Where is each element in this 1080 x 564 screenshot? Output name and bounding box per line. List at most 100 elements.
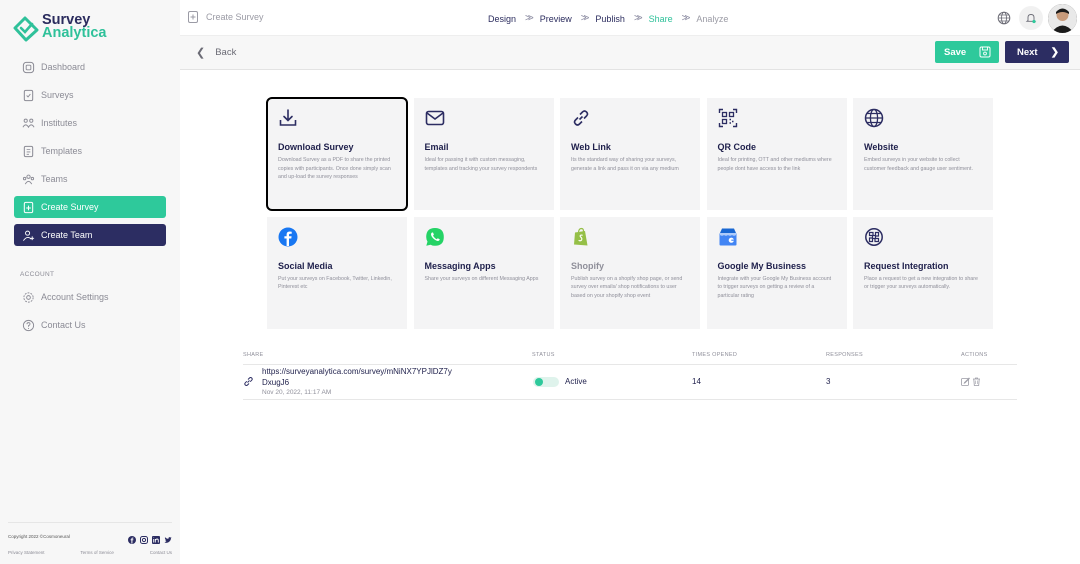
card-title: Social Media <box>278 260 333 271</box>
globe-icon <box>864 108 884 128</box>
sidebar-nav: Dashboard Surveys Institutes Templates T… <box>14 56 166 252</box>
sidebar-item-label: Account Settings <box>41 292 109 302</box>
sidebar-item-label: Surveys <box>41 90 74 100</box>
add-document-icon <box>188 11 198 23</box>
sidebar-item-surveys[interactable]: Surveys <box>14 84 166 106</box>
step-design[interactable]: Design <box>488 14 516 24</box>
logo-icon <box>13 16 39 42</box>
terms-link[interactable]: Terms of Service <box>80 550 114 555</box>
card-description: Embed surveys in your website to collect… <box>864 157 973 172</box>
card-description: Place a request to get a new integration… <box>864 275 978 291</box>
status-text: Active <box>565 377 587 386</box>
next-button[interactable]: Next ❯ <box>1005 41 1069 63</box>
download-icon <box>279 109 297 126</box>
column-header-actions: ACTIONS <box>961 352 988 358</box>
card-description: Put your surveys on Facebook, Twitter, L… <box>278 275 392 291</box>
language-globe-icon[interactable] <box>997 11 1011 25</box>
facebook-icon[interactable] <box>128 531 136 544</box>
sidebar-item-label: Contact Us <box>41 320 86 330</box>
chevron-right-icon: >> <box>633 13 643 24</box>
share-card-shopify[interactable]: Shopify Publish survey on a shopify shop… <box>560 216 700 329</box>
column-header-share: SHARE <box>243 352 264 358</box>
share-link-url[interactable]: https://surveyanalytica.com/survey/mNiNX… <box>262 366 452 388</box>
logo-text-line2: Analytica <box>42 25 107 41</box>
share-card-website[interactable]: Website Embed surveys in your website to… <box>853 98 993 210</box>
add-user-icon <box>23 230 35 241</box>
avatar[interactable] <box>1048 4 1077 33</box>
linkedin-icon[interactable] <box>152 531 160 544</box>
share-options: Download Survey Download Survey as a PDF… <box>266 97 993 329</box>
link-icon <box>244 376 253 387</box>
trash-icon[interactable] <box>972 377 981 386</box>
divider <box>243 364 1017 365</box>
share-card-qr-code[interactable]: QR Code Ideal for printing, OTT and othe… <box>706 98 847 210</box>
sidebar-item-contact-us[interactable]: Contact Us <box>14 314 166 336</box>
card-title: Download Survey <box>278 142 354 152</box>
share-card-request-integration[interactable]: Request Integration Place a request to g… <box>853 216 993 329</box>
teams-icon <box>22 174 35 184</box>
email-icon <box>425 110 444 126</box>
create-team-label: Create Team <box>41 230 93 240</box>
back-label: Back <box>215 47 237 58</box>
breadcrumb[interactable]: Create Survey <box>188 11 264 23</box>
sidebar-item-label: Dashboard <box>41 62 86 72</box>
notifications-button[interactable] <box>1019 6 1043 30</box>
card-description: Share your surveys on different Messagin… <box>424 275 539 282</box>
times-opened-value: 14 <box>692 377 701 386</box>
action-bar: ❮ Back Save Next ❯ <box>180 36 1080 70</box>
create-survey-button[interactable]: Create Survey <box>14 196 166 218</box>
card-title: Request Integration <box>864 260 949 271</box>
twitter-icon[interactable] <box>164 531 172 543</box>
step-analyze[interactable]: Analyze <box>696 14 728 24</box>
share-card-web-link[interactable]: Web Link Its the standard way of sharing… <box>560 98 700 210</box>
share-link-date: Nov 20, 2022, 11:17 AM <box>262 389 332 396</box>
gear-icon <box>23 291 34 303</box>
column-header-responses: RESPONSES <box>826 352 863 358</box>
step-share[interactable]: Share <box>649 14 673 24</box>
card-title: Shopify <box>571 260 604 271</box>
sidebar-item-dashboard[interactable]: Dashboard <box>14 56 166 78</box>
card-title: Email <box>424 142 449 152</box>
help-icon <box>22 319 35 331</box>
institutes-icon <box>22 118 35 128</box>
share-card-social-media[interactable]: Social Media Put your surveys on Faceboo… <box>267 216 407 329</box>
copyright: Copyright 2022 ©Cosmoneural <box>8 534 70 539</box>
create-team-button[interactable]: Create Team <box>14 224 166 246</box>
chevron-right-icon: >> <box>525 13 534 24</box>
templates-icon <box>23 145 34 157</box>
link-icon <box>573 110 589 126</box>
sidebar-item-account-settings[interactable]: Account Settings <box>14 286 166 308</box>
column-header-status: STATUS <box>532 352 555 358</box>
sidebar-item-label: Teams <box>41 174 68 184</box>
step-publish[interactable]: Publish <box>595 14 625 24</box>
card-description: Its the standard way of sharing your sur… <box>571 157 679 172</box>
create-survey-label: Create Survey <box>41 202 99 212</box>
save-button[interactable]: Save <box>935 41 999 63</box>
step-preview[interactable]: Preview <box>540 14 572 24</box>
share-card-google-my-business[interactable]: Google My Business Integrate with your G… <box>706 216 847 329</box>
card-title: Google My Business <box>717 260 807 271</box>
share-card-messaging-apps[interactable]: Messaging Apps Share your surveys on dif… <box>413 216 554 329</box>
divider <box>243 399 1017 400</box>
sidebar-item-institutes[interactable]: Institutes <box>14 112 166 134</box>
sidebar-item-teams[interactable]: Teams <box>14 168 166 190</box>
back-button[interactable]: ❮ Back <box>196 46 236 59</box>
account-nav: Account Settings Contact Us <box>14 286 166 342</box>
instagram-icon[interactable] <box>140 531 148 544</box>
surveys-icon <box>23 89 34 101</box>
sidebar: Survey Analytica Dashboard Surveys Insti… <box>0 0 180 564</box>
row-actions <box>961 377 981 386</box>
status-toggle[interactable] <box>533 377 559 387</box>
contact-link[interactable]: Contact Us <box>150 550 172 555</box>
share-card-download-survey[interactable]: Download Survey Download Survey as a PDF… <box>266 97 408 211</box>
privacy-link[interactable]: Privacy Statement <box>8 550 45 555</box>
facebook-icon <box>278 227 298 246</box>
share-card-email[interactable]: Email Ideal for passing it with custom m… <box>413 98 554 210</box>
card-description: Ideal for printing, OTT and other medium… <box>717 157 832 172</box>
edit-icon[interactable] <box>961 377 970 386</box>
sidebar-item-templates[interactable]: Templates <box>14 140 166 162</box>
chevron-right-icon: >> <box>580 13 590 24</box>
shopify-icon <box>574 227 588 245</box>
logo[interactable]: Survey Analytica <box>12 12 106 42</box>
qr-code-icon <box>718 108 737 128</box>
